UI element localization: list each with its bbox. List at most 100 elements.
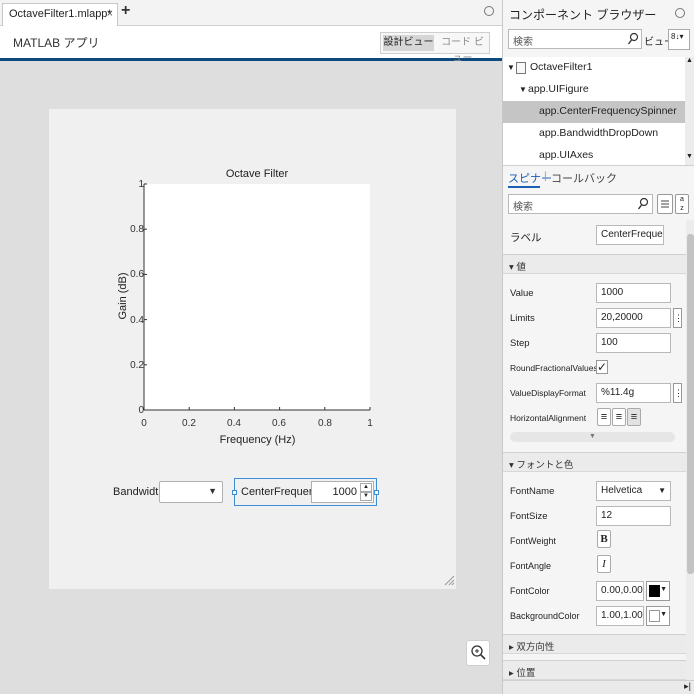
bandwidth-label: Bandwidth: [113, 486, 165, 498]
format-field[interactable]: %11.4g: [596, 383, 671, 403]
ytick-label: 0: [138, 405, 144, 416]
bgcolor-picker[interactable]: ▼: [646, 606, 670, 626]
tab-callback[interactable]: コールバック: [551, 170, 617, 186]
sort-az-icon[interactable]: az: [675, 194, 689, 214]
fontsize-field[interactable]: 12: [596, 506, 671, 526]
collapse-panel-icon[interactable]: ▸|: [684, 681, 691, 692]
browser-search-input[interactable]: 検索: [508, 29, 642, 49]
zoom-button[interactable]: [466, 640, 490, 666]
italic-toggle-icon[interactable]: I: [597, 555, 611, 573]
design-view-button[interactable]: 設計ビュー: [383, 35, 434, 51]
bandwidth-dropdown[interactable]: ▼: [159, 481, 223, 503]
xtick-label: 0.6: [272, 418, 286, 429]
section-font[interactable]: ▾ フォントと色: [503, 452, 686, 472]
fontname-dropdown[interactable]: Helvetica ▼: [596, 481, 671, 501]
axes-frame: [143, 183, 371, 411]
ytick-label: 1: [138, 179, 144, 190]
prop-label-value: Value: [510, 288, 534, 299]
bold-toggle-icon[interactable]: B: [597, 530, 611, 548]
more-options-icon[interactable]: ⋮: [673, 383, 683, 403]
axes-ylabel: Gain (dB): [117, 272, 129, 320]
tab-separator: |: [544, 170, 547, 182]
prop-label-fontsize: FontSize: [510, 511, 548, 522]
list-view-icon[interactable]: [657, 194, 673, 214]
tree-expand-icon[interactable]: ▼: [507, 63, 515, 72]
round-checkbox[interactable]: ✓: [596, 360, 608, 374]
tree-item-uifigure[interactable]: app.UIFigure: [528, 83, 589, 95]
prop-label-fontangle: FontAngle: [510, 561, 552, 571]
scroll-down-icon[interactable]: ▼: [686, 153, 693, 160]
close-icon[interactable]: ×: [107, 8, 113, 20]
prop-label-label: ラベル: [510, 232, 542, 244]
panel-menu-icon[interactable]: [675, 8, 685, 18]
tree-item-octavefilter1[interactable]: OctaveFilter1: [530, 61, 592, 73]
xtick-label: 0: [141, 418, 147, 429]
view-sort-button[interactable]: 8↓▾: [668, 29, 690, 50]
view-toggle: 設計ビュー コード ビュー: [380, 32, 490, 64]
xtick-label: 0.4: [227, 418, 241, 429]
fontname-value: Helvetica: [601, 485, 643, 496]
center-frequency-spinner[interactable]: 1000 ▲ ▼: [311, 481, 374, 503]
spinner-value: 1000: [332, 486, 357, 498]
more-options-icon[interactable]: ⋮: [673, 308, 683, 328]
spinner-down-icon[interactable]: ▼: [360, 492, 372, 501]
tree-item-uiaxes[interactable]: app.UIAxes: [539, 149, 593, 161]
align-right-icon[interactable]: ≡: [627, 408, 641, 426]
tree-scrollbar[interactable]: ▲ ▼: [685, 57, 694, 165]
tab-octavefilter[interactable]: OctaveFilter1.mlapp* ×: [2, 3, 118, 26]
tab-title: OctaveFilter1.mlapp*: [9, 8, 112, 20]
section-font-label: フォントと色: [516, 460, 574, 471]
section-position[interactable]: ▸ 位置: [503, 660, 686, 680]
app-file-icon: [516, 62, 526, 74]
active-tab-underline: [508, 186, 540, 188]
tab-bar: OctaveFilter1.mlapp* × +: [0, 0, 502, 26]
color-swatch-white: [649, 610, 660, 622]
label-field[interactable]: CenterFrequency: [596, 225, 664, 245]
expand-more-icon[interactable]: ▼: [510, 432, 675, 442]
scroll-up-icon[interactable]: ▲: [686, 57, 693, 64]
selection-handle[interactable]: [232, 490, 237, 495]
inspector-tabs: スピナー | コールバック: [503, 165, 694, 188]
bgcolor-field[interactable]: 1.00,1.00: [596, 606, 644, 626]
resize-grip-icon[interactable]: [443, 574, 455, 586]
selection-handle[interactable]: [374, 490, 379, 495]
component-tree: ▼ OctaveFilter1 ▼ app.UIFigure app.Cente…: [503, 57, 685, 165]
property-inspector: ラベル CenterFrequency ▾ 値 Value 1000 Limit…: [503, 220, 686, 680]
panel-footer: ▸|: [503, 680, 694, 694]
tab-menu-icon[interactable]: [484, 6, 494, 16]
section-value[interactable]: ▾ 値: [503, 254, 686, 274]
dropdown-arrow-icon: ▼: [660, 586, 667, 593]
search-icon: [637, 197, 649, 210]
ytick-label: 0.2: [130, 360, 144, 371]
ytick-label: 0.8: [130, 224, 144, 235]
prop-label-format: ValueDisplayFormat: [510, 388, 586, 398]
section-interactivity[interactable]: ▸ 双方向性: [503, 634, 686, 654]
prop-label-halign: HorizontalAlignment: [510, 413, 587, 423]
fontcolor-picker[interactable]: ▼: [646, 581, 670, 601]
value-field[interactable]: 1000: [596, 283, 671, 303]
browser-search-placeholder: 検索: [513, 37, 533, 48]
align-left-icon[interactable]: ≡: [597, 408, 611, 426]
inspector-scrollbar[interactable]: [686, 220, 694, 680]
fontcolor-field[interactable]: 0.00,0.00: [596, 581, 644, 601]
xtick-label: 0.2: [182, 418, 196, 429]
tree-expand-icon[interactable]: ▼: [519, 85, 527, 94]
step-field[interactable]: 100: [596, 333, 671, 353]
prop-label-fontname: FontName: [510, 486, 555, 497]
tree-item-bandwidthdropdown[interactable]: app.BandwidthDropDown: [539, 127, 658, 139]
prop-label-fontcolor: FontColor: [510, 586, 550, 596]
dropdown-arrow-icon: ▼: [660, 611, 667, 618]
add-tab-icon[interactable]: +: [121, 2, 130, 20]
prop-label-round: RoundFractionalValues: [510, 363, 598, 373]
limits-field[interactable]: 20,20000: [596, 308, 671, 328]
tree-item-centerfrequencyspinner[interactable]: app.CenterFrequencySpinner: [539, 105, 677, 117]
dropdown-arrow-icon: ▼: [658, 486, 666, 495]
magnifier-icon: [471, 645, 486, 660]
xtick-label: 0.8: [318, 418, 332, 429]
spinner-up-icon[interactable]: ▲: [360, 483, 372, 492]
scrollbar-thumb[interactable]: [687, 234, 694, 574]
inspector-search-input[interactable]: 検索: [508, 194, 653, 214]
align-center-icon[interactable]: ≡: [612, 408, 626, 426]
inspector-search-placeholder: 検索: [513, 202, 533, 213]
code-view-button[interactable]: コード ビュー: [437, 35, 488, 64]
